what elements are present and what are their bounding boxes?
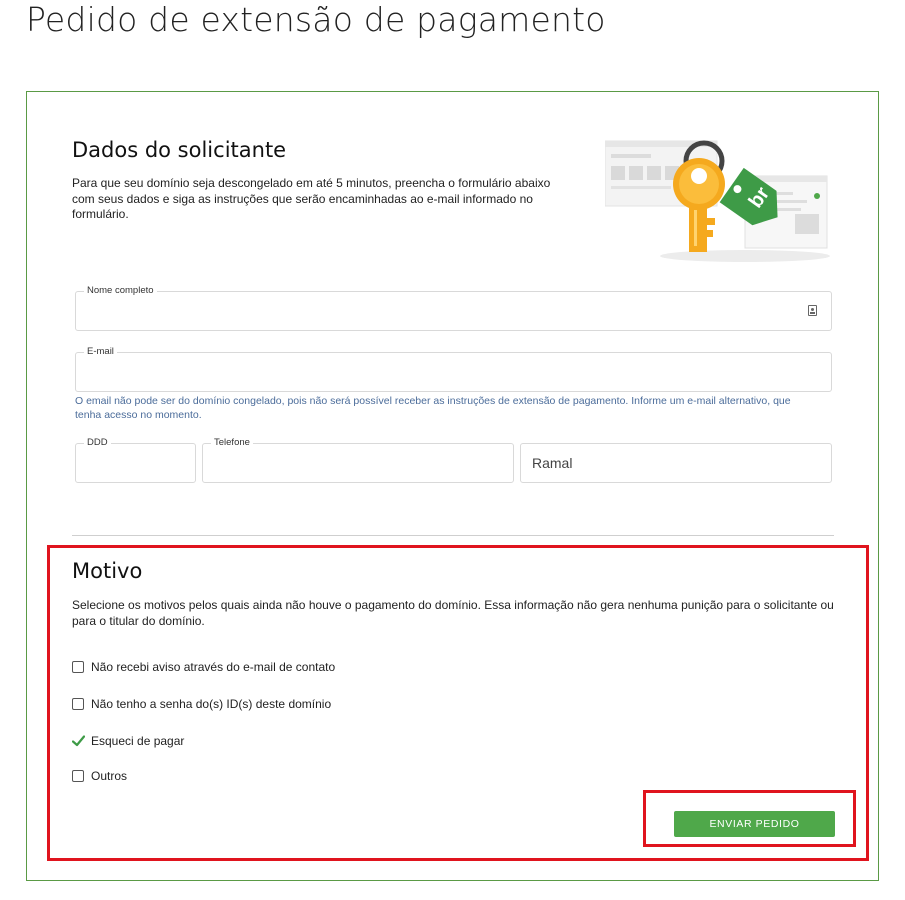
email-field[interactable]: E-mail [75, 346, 832, 392]
phone-field[interactable]: Telefone [202, 437, 514, 483]
full-name-label: Nome completo [84, 285, 157, 297]
page-title: Pedido de extensão de pagamento [26, 0, 606, 39]
requester-heading: Dados do solicitante [72, 138, 287, 162]
extension-placeholder: Ramal [532, 455, 573, 471]
extension-field[interactable]: Ramal [520, 443, 832, 483]
phone-label: Telefone [211, 437, 253, 449]
ddd-field[interactable]: DDD [75, 437, 196, 483]
section-divider [72, 535, 834, 536]
email-hint: O email não pode ser do domínio congelad… [75, 395, 791, 421]
ddd-label: DDD [84, 437, 111, 449]
full-name-field[interactable]: Nome completo [75, 285, 832, 331]
requester-description: Para que seu domínio seja descongelado e… [72, 176, 551, 221]
submit-button-highlight [643, 790, 856, 847]
email-label: E-mail [84, 346, 117, 358]
keys-illustration: br [605, 140, 830, 262]
contact-card-icon[interactable] [808, 305, 817, 316]
